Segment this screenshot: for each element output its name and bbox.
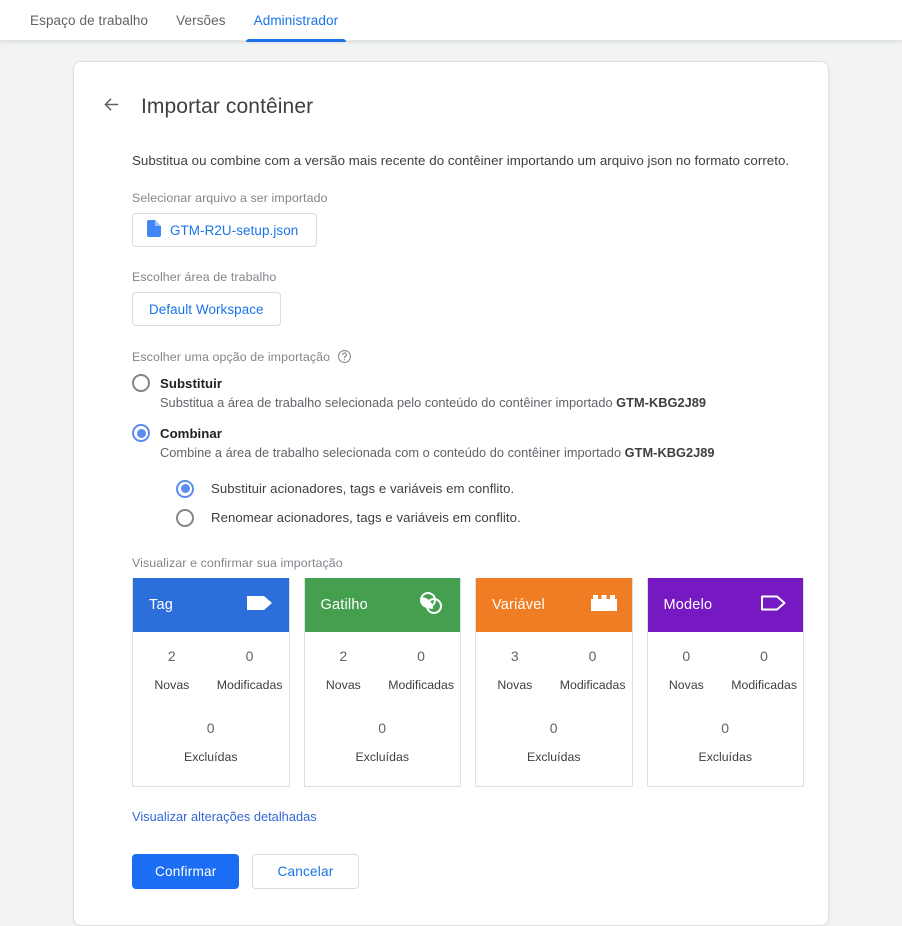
radio-substituir-label[interactable]: Substituir <box>160 376 222 391</box>
summary-card-tag-stats: 2 Novas 0 Modificadas <box>133 632 289 705</box>
summary-card-gatilho-title: Gatilho <box>320 597 368 613</box>
summary-card-variavel-header: Variável <box>476 578 632 632</box>
summary-card-modelo: Modelo 0 Novas 0 Modificadas 0 Excluídas <box>646 578 804 787</box>
stat-new: 3 Novas <box>497 648 533 692</box>
summary-card-tag-header: Tag <box>133 578 289 632</box>
summary-card-modelo-title: Modelo <box>663 597 713 613</box>
summary-card-gatilho-stats: 2 Novas 0 Modificadas <box>305 632 461 705</box>
radio-option-combinar[interactable]: Combinar <box>132 424 804 442</box>
back-button[interactable] <box>94 90 128 124</box>
radio-option-renomear-conflito[interactable]: Renomear acionadores, tags e variáveis e… <box>176 503 804 532</box>
tab-versoes[interactable]: Versões <box>162 0 239 41</box>
file-section-label: Selecionar arquivo a ser importado <box>132 191 328 205</box>
stat-modified: 0 Modificadas <box>216 648 283 692</box>
summary-card-tag-title: Tag <box>149 597 173 613</box>
summary-card-tag-deleted: 0 Excluídas <box>184 720 238 764</box>
workspace-section-label: Escolher área de trabalho <box>132 270 277 284</box>
stat-new: 0 Novas <box>668 648 704 692</box>
summary-card-variavel: Variável 3 Novas 0 Modificadas 0 Excluíd… <box>475 578 633 787</box>
radio-renomear-conflito-label[interactable]: Renomear acionadores, tags e variáveis e… <box>211 510 521 525</box>
import-container-card: Importar contêiner Substitua ou combine … <box>73 61 829 926</box>
tab-espaco-de-trabalho[interactable]: Espaço de trabalho <box>16 0 162 41</box>
tab-label: Espaço de trabalho <box>30 13 149 28</box>
card-body: Substitua ou combine com a versão mais r… <box>74 153 828 889</box>
radio-combinar-description: Combine a área de trabalho selecionada c… <box>160 445 715 460</box>
action-buttons: Confirmar Cancelar <box>132 854 804 889</box>
container-id: GTM-KBG2J89 <box>624 445 715 460</box>
tag-outline-icon <box>759 592 789 619</box>
summary-card-grid: Tag 2 Novas 0 Modificadas 0 Excluídas Ga… <box>132 578 804 787</box>
tab-administrador[interactable]: Administrador <box>240 0 353 42</box>
tag-filled-icon <box>245 592 275 619</box>
import-option-radio-group: Substituir Substitua a área de trabalho … <box>132 374 804 532</box>
summary-card-gatilho-deleted: 0 Excluídas <box>355 720 409 764</box>
summary-card-modelo-header: Modelo <box>647 578 803 632</box>
radio-substituir-conflito-control[interactable] <box>176 479 194 498</box>
radio-substituir-description: Substitua a área de trabalho selecionada… <box>160 395 706 410</box>
intro-text: Substitua ou combine com a versão mais r… <box>132 153 790 168</box>
trigger-rings-icon <box>416 588 446 623</box>
summary-card-variavel-title: Variável <box>492 597 545 613</box>
stat-modified: 0 Modificadas <box>388 648 455 692</box>
radio-substituir-control[interactable] <box>132 374 150 392</box>
radio-option-substituir-conflito[interactable]: Substituir acionadores, tags e variáveis… <box>176 474 804 503</box>
radio-option-substituir[interactable]: Substituir <box>132 374 804 392</box>
radio-renomear-conflito-control[interactable] <box>176 508 194 527</box>
help-circle-icon[interactable] <box>337 349 352 364</box>
radio-combinar-control[interactable] <box>132 424 150 442</box>
tab-label: Versões <box>176 13 226 28</box>
summary-card-variavel-deleted: 0 Excluídas <box>527 720 581 764</box>
top-tab-bar: Espaço de trabalho Versões Administrador <box>0 0 902 42</box>
summary-card-tag: Tag 2 Novas 0 Modificadas 0 Excluídas <box>132 578 290 787</box>
summary-card-gatilho: Gatilho 2 Novas 0 Modificadas 0 Excluída… <box>303 578 461 787</box>
container-id: GTM-KBG2J89 <box>616 395 706 410</box>
summary-section-label: Visualizar e confirmar sua importação <box>132 556 343 570</box>
page-title: Importar contêiner <box>141 95 314 118</box>
selected-file-chip[interactable]: GTM-R2U-setup.json <box>132 213 318 247</box>
stat-modified: 0 Modificadas <box>731 648 798 692</box>
workspace-name: Default Workspace <box>149 301 264 317</box>
tab-label: Administrador <box>253 13 339 28</box>
file-icon <box>147 220 161 240</box>
stat-new: 2 Novas <box>154 648 190 692</box>
cancel-button[interactable]: Cancelar <box>252 854 359 889</box>
brick-icon <box>590 593 618 618</box>
summary-card-gatilho-header: Gatilho <box>304 578 460 632</box>
conflict-resolution-radio-group: Substituir acionadores, tags e variáveis… <box>176 474 804 532</box>
stat-modified: 0 Modificadas <box>559 648 626 692</box>
view-detailed-changes-link[interactable]: Visualizar alterações detalhadas <box>132 809 317 824</box>
selected-file-name: GTM-R2U-setup.json <box>170 222 299 238</box>
card-header: Importar contêiner <box>74 84 828 130</box>
summary-card-variavel-stats: 3 Novas 0 Modificadas <box>476 632 632 705</box>
summary-card-modelo-deleted: 0 Excluídas <box>698 720 752 764</box>
radio-substituir-conflito-label[interactable]: Substituir acionadores, tags e variáveis… <box>211 481 514 496</box>
workspace-select-button[interactable]: Default Workspace <box>132 292 281 326</box>
arrow-left-icon <box>101 94 122 120</box>
radio-combinar-label[interactable]: Combinar <box>160 426 222 441</box>
confirm-button[interactable]: Confirmar <box>132 854 240 889</box>
stat-new: 2 Novas <box>325 648 361 692</box>
import-option-label: Escolher uma opção de importação <box>132 349 804 364</box>
summary-card-modelo-stats: 0 Novas 0 Modificadas <box>648 632 804 705</box>
